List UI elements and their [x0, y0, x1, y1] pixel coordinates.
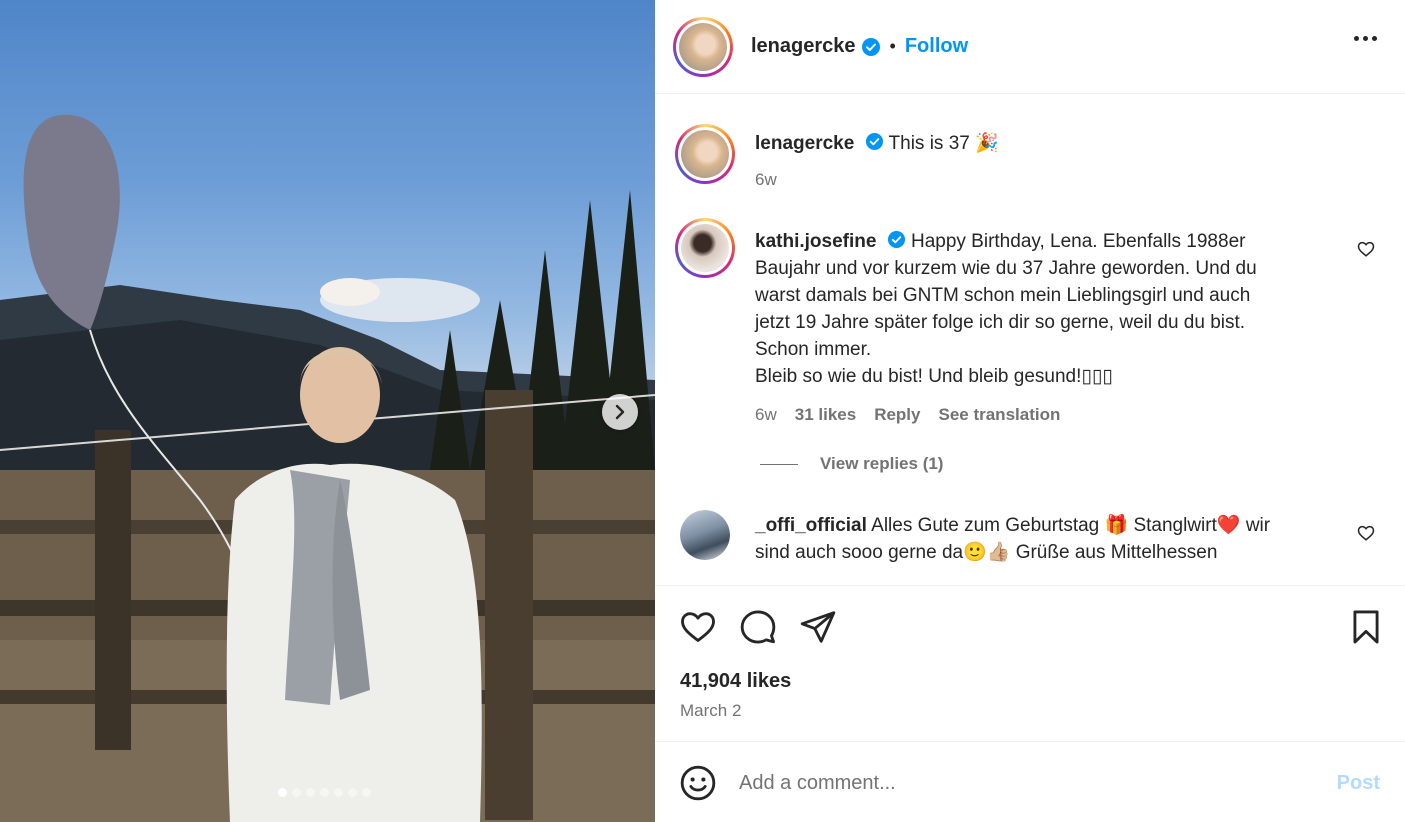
comment: kathi.josefine Happy Birthday, Lena. Ebe… [675, 218, 1385, 458]
comment-avatar[interactable] [680, 510, 730, 560]
comment-input[interactable] [739, 768, 1299, 798]
comment-line: Alles Gute zum Geburtstag 🎁 Stanglwirt❤️… [871, 515, 1271, 536]
caption-text-block: lenagercke This is 37 🎉 [755, 130, 999, 157]
caption-meta: 6w [755, 170, 777, 190]
emoji-smiley-icon[interactable] [679, 764, 717, 802]
comment-username[interactable]: _offi_official [755, 515, 867, 536]
comment-username[interactable]: kathi.josefine [755, 231, 876, 252]
like-heart-icon[interactable] [679, 608, 717, 646]
comment-text-block: _offi_official Alles Gute zum Geburtstag… [755, 512, 1335, 585]
more-icon-dot [1354, 36, 1359, 41]
more-options-button[interactable] [1354, 36, 1377, 41]
save-bookmark-icon[interactable] [1347, 608, 1385, 646]
follow-button[interactable]: Follow [905, 35, 968, 58]
caption-avatar[interactable] [675, 124, 735, 184]
post-photo[interactable] [0, 0, 655, 822]
comment-meta: 6w 31 likes Reply See translation [755, 405, 1060, 425]
comments-list[interactable]: lenagercke This is 37 🎉 6w kathi.josefin… [655, 94, 1405, 586]
view-replies-button[interactable]: View replies (1) [760, 454, 943, 474]
comment-text-block: kathi.josefine Happy Birthday, Lena. Ebe… [755, 228, 1315, 390]
comment-avatar[interactable] [675, 218, 735, 278]
author-avatar[interactable] [673, 17, 733, 77]
comment-line: Happy Birthday, Lena. Ebenfalls 1988er [910, 231, 1246, 252]
comment-meta-cutoff [755, 572, 1335, 585]
carousel-dot-5 [334, 788, 343, 797]
comment-bubble-icon[interactable] [739, 608, 777, 646]
verified-badge-icon [865, 132, 883, 151]
comment-line: Schon immer. [755, 339, 872, 360]
carousel-dot-3 [306, 788, 315, 797]
comment: _offi_official Alles Gute zum Geburtstag… [675, 508, 1385, 585]
like-comment-heart-icon[interactable] [1357, 240, 1375, 258]
caption-username[interactable]: lenagercke [755, 133, 854, 154]
post-details-panel: lenagercke • Follow lenagercke This is 3… [655, 0, 1405, 822]
comment-time[interactable]: 6w [755, 405, 777, 425]
post-date: March 2 [680, 701, 742, 720]
share-send-icon[interactable] [799, 608, 837, 646]
comment-line: warst damals bei GNTM schon mein Lieblin… [755, 285, 1251, 306]
post-actions: 41,904 likes March 2 [655, 586, 1405, 742]
like-comment-heart-icon[interactable] [1357, 524, 1375, 542]
view-replies-label: View replies (1) [820, 454, 944, 473]
more-icon-dot [1372, 36, 1377, 41]
comment-line: sind auch sooo gerne da🙂👍🏼 Grüße aus Mit… [755, 542, 1218, 563]
carousel-dot-6 [348, 788, 357, 797]
caption-time[interactable]: 6w [755, 170, 777, 190]
likes-count[interactable]: 41,904 likes [680, 670, 791, 693]
author-row: lenagercke • Follow [751, 35, 968, 58]
caption-text: This is 37 🎉 [888, 133, 999, 154]
comment-line: jetzt 19 Jahre später folge ich dir so g… [755, 312, 1246, 333]
photo-scene [0, 114, 655, 822]
chevron-right-icon [615, 404, 625, 420]
caption: lenagercke This is 37 🎉 6w [675, 124, 1385, 194]
reply-button[interactable]: Reply [874, 405, 920, 425]
verified-badge-icon [861, 37, 880, 56]
post-header: lenagercke • Follow [655, 0, 1405, 94]
carousel-indicators [278, 788, 371, 797]
carousel-dot-2 [292, 788, 301, 797]
carousel-dot-7 [362, 788, 371, 797]
verified-badge-icon [887, 230, 905, 249]
comment-likes[interactable]: 31 likes [795, 405, 856, 425]
more-icon-dot [1363, 36, 1368, 41]
carousel-dot-1 [278, 788, 287, 797]
replies-divider-line [760, 463, 798, 465]
next-image-button[interactable] [602, 394, 638, 430]
see-translation-button[interactable]: See translation [938, 405, 1060, 425]
post-comment-button[interactable]: Post [1337, 772, 1380, 795]
comment-composer: Post [655, 742, 1405, 822]
separator-dot: • [889, 36, 896, 56]
carousel-dot-4 [320, 788, 329, 797]
author-username[interactable]: lenagercke [751, 35, 856, 58]
comment-line: Bleib so wie du bist! Und bleib gesund!▯… [755, 366, 1113, 387]
comment-line: Baujahr und vor kurzem wie du 37 Jahre g… [755, 258, 1257, 279]
